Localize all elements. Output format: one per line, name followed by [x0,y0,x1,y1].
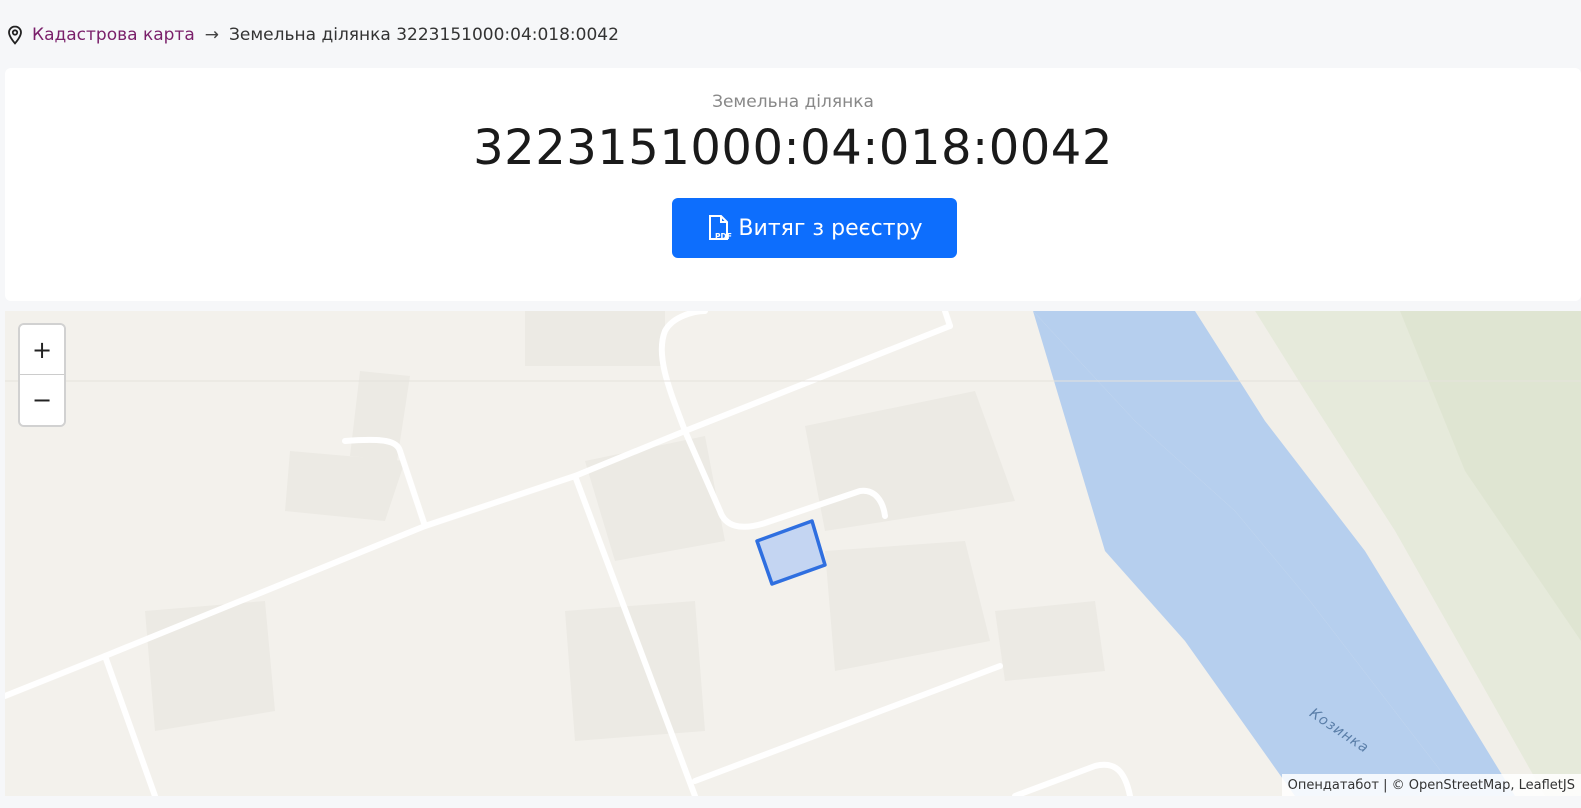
cadastral-map[interactable]: Козинка + − Опендатабот | © OpenStreetMa… [5,311,1581,796]
breadcrumb-current: Земельна ділянка 3223151000:04:018:0042 [229,25,619,45]
zoom-control: + − [18,323,66,427]
breadcrumb-link-cadastral-map[interactable]: Кадастрова карта [32,25,195,45]
breadcrumb-separator: → [204,25,219,45]
parcel-subtitle: Земельна ділянка [712,92,874,112]
location-pin-icon [6,25,24,45]
zoom-out-button[interactable]: − [20,375,64,425]
map-tiles [5,311,1581,796]
zoom-in-button[interactable]: + [20,325,64,375]
page-title: 3223151000:04:018:0042 [473,120,1113,176]
breadcrumb: Кадастрова карта → Земельна ділянка 3223… [6,22,619,48]
parcel-header-card: Земельна ділянка 3223151000:04:018:0042 … [5,68,1581,301]
pdf-file-icon: PDF [706,214,732,242]
svg-text:PDF: PDF [715,232,732,241]
map-attribution: Опендатабот | © OpenStreetMap, LeafletJS [1281,774,1581,796]
registry-extract-button[interactable]: PDF Витяг з реєстру [672,198,957,258]
registry-extract-label: Витяг з реєстру [738,215,923,241]
